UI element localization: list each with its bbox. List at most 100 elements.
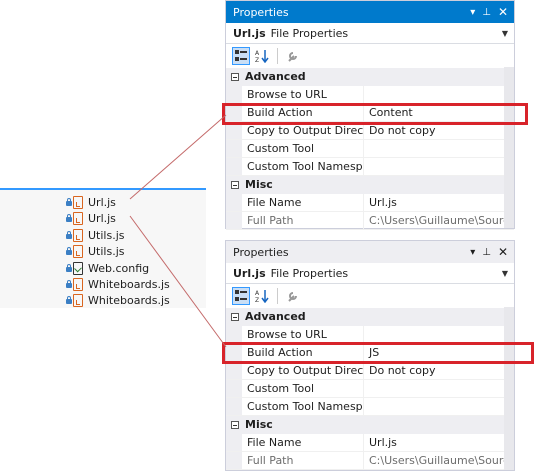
solution-item-web-config[interactable]: Web.config xyxy=(66,260,149,276)
property-value[interactable] xyxy=(364,86,514,103)
close-icon[interactable]: ✕ xyxy=(498,245,508,259)
solution-item-url-js-1[interactable]: Url.js xyxy=(66,194,116,210)
property-row[interactable]: Full Path C:\Users\Guillaume\Sources\ xyxy=(226,452,514,470)
lock-icon xyxy=(66,280,72,288)
wrench-icon xyxy=(288,292,297,302)
js-file-icon xyxy=(73,195,83,209)
js-file-icon xyxy=(73,293,83,307)
property-name: Custom Tool Namespac xyxy=(242,398,364,415)
lock-icon xyxy=(66,247,72,255)
category-misc[interactable]: Misc xyxy=(226,416,514,434)
alphabetical-button[interactable]: A Z xyxy=(253,287,271,305)
js-file-icon xyxy=(73,277,83,291)
sort-alphabetical-icon: A Z xyxy=(255,50,269,63)
property-pages-button[interactable] xyxy=(284,287,302,305)
object-type: File Properties xyxy=(270,266,349,280)
lock-icon xyxy=(66,264,72,272)
svg-text:Z: Z xyxy=(255,57,259,63)
collapse-icon[interactable] xyxy=(231,420,239,429)
js-file-icon xyxy=(73,244,83,258)
svg-text:Z: Z xyxy=(255,297,259,303)
properties-toolbar: A Z xyxy=(226,44,514,68)
property-value[interactable] xyxy=(364,158,514,175)
collapse-icon[interactable] xyxy=(231,180,239,189)
solution-item-label: Url.js xyxy=(88,211,116,225)
property-value[interactable]: Url.js xyxy=(364,434,514,451)
property-name: Full Path xyxy=(242,212,364,229)
build-action-highlight-top xyxy=(222,103,528,125)
property-name: Custom Tool Namespac xyxy=(242,158,364,175)
object-name: Url.js xyxy=(233,266,266,280)
solution-item-whiteboards-js-2[interactable]: Whiteboards.js xyxy=(66,292,170,308)
property-value: C:\Users\Guillaume\Sources\ xyxy=(369,214,514,227)
pin-icon[interactable]: ⊥ xyxy=(482,7,491,18)
property-value[interactable] xyxy=(364,398,514,415)
property-name: Browse to URL xyxy=(242,326,364,343)
wrench-icon xyxy=(288,52,297,62)
property-row[interactable]: File Name Url.js xyxy=(226,194,514,212)
chevron-down-icon[interactable]: ▼ xyxy=(502,29,508,38)
alphabetical-button[interactable]: A Z xyxy=(253,47,271,65)
property-row[interactable]: Custom Tool xyxy=(226,140,514,158)
solution-item-url-js-2[interactable]: Url.js xyxy=(66,210,116,226)
property-value: C:\Users\Guillaume\Sources\ xyxy=(369,454,514,467)
categorized-icon xyxy=(235,50,247,61)
property-row[interactable]: Full Path C:\Users\Guillaume\Sources\ xyxy=(226,212,514,230)
pin-icon[interactable]: ⊥ xyxy=(482,247,491,258)
solution-item-label: Utils.js xyxy=(88,228,125,242)
connector-line-top xyxy=(129,114,227,200)
property-row[interactable]: Copy to Output DirectorDo not copy xyxy=(226,362,514,380)
categorized-button[interactable] xyxy=(232,287,250,305)
solution-item-label: Utils.js xyxy=(88,244,125,258)
config-file-icon xyxy=(73,261,83,275)
panel-titlebar: Properties ▾ ⊥ ✕ xyxy=(226,241,514,263)
window-dropdown-icon[interactable]: ▾ xyxy=(470,7,475,18)
solution-item-utils-js-2[interactable]: Utils.js xyxy=(66,243,125,259)
property-value[interactable]: Url.js xyxy=(364,194,514,211)
lock-icon xyxy=(66,214,72,222)
js-file-icon xyxy=(73,211,83,225)
property-value[interactable] xyxy=(364,140,514,157)
property-row[interactable]: Browse to URL xyxy=(226,86,514,104)
property-name: File Name xyxy=(242,194,364,211)
property-row[interactable]: Custom Tool Namespac xyxy=(226,158,514,176)
solution-item-utils-js-1[interactable]: Utils.js xyxy=(66,227,125,243)
lock-icon xyxy=(66,296,72,304)
categorized-icon xyxy=(235,290,247,301)
property-value[interactable] xyxy=(364,326,514,343)
collapse-icon[interactable] xyxy=(231,312,239,321)
close-icon[interactable]: ✕ xyxy=(498,5,508,19)
svg-text:A: A xyxy=(255,50,260,57)
lock-icon xyxy=(66,231,72,239)
svg-text:A: A xyxy=(255,290,260,297)
property-row[interactable]: Custom Tool Namespac xyxy=(226,398,514,416)
build-action-highlight-bottom xyxy=(222,342,534,364)
property-row[interactable]: Custom Tool xyxy=(226,380,514,398)
property-grid: Advanced Browse to URL Build Action Conte… xyxy=(226,68,514,230)
solution-item-label: Url.js xyxy=(88,195,116,209)
solution-item-label: Web.config xyxy=(88,261,150,275)
property-name: Custom Tool xyxy=(242,140,364,157)
property-pages-button[interactable] xyxy=(284,47,302,65)
object-selector[interactable]: Url.js File Properties ▼ xyxy=(226,263,514,284)
property-value[interactable] xyxy=(364,380,514,397)
scrollbar[interactable] xyxy=(504,67,514,228)
category-label: Advanced xyxy=(245,310,306,323)
solution-item-whiteboards-js-1[interactable]: Whiteboards.js xyxy=(66,276,170,292)
category-label: Misc xyxy=(245,418,273,431)
property-value[interactable]: Do not copy xyxy=(364,362,514,379)
property-row[interactable]: File Name Url.js xyxy=(226,434,514,452)
categorized-button[interactable] xyxy=(232,47,250,65)
category-misc[interactable]: Misc xyxy=(226,176,514,194)
properties-toolbar: A Z xyxy=(226,284,514,308)
scrollbar[interactable] xyxy=(504,307,514,470)
window-dropdown-icon[interactable]: ▾ xyxy=(470,247,475,258)
panel-titlebar: Properties ▾ ⊥ ✕ xyxy=(226,1,514,23)
category-advanced[interactable]: Advanced xyxy=(226,308,514,326)
collapse-icon[interactable] xyxy=(231,72,239,81)
object-selector[interactable]: Url.js File Properties ▼ xyxy=(226,23,514,44)
category-advanced[interactable]: Advanced xyxy=(226,68,514,86)
object-type: File Properties xyxy=(270,26,349,40)
chevron-down-icon[interactable]: ▼ xyxy=(502,269,508,278)
solution-item-label: Whiteboards.js xyxy=(88,293,170,307)
